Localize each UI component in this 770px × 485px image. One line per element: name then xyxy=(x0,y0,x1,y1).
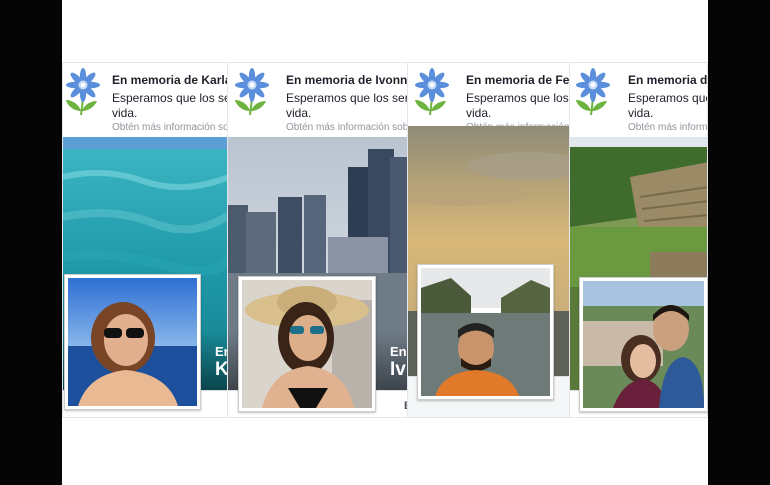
profile-photo-fer[interactable] xyxy=(417,264,554,400)
memorial-header: En memoria de Ivonne Esperamos que los s… xyxy=(228,63,407,137)
profile-photo-couple[interactable] xyxy=(579,277,708,412)
memorial-header: En memoria de Karla Esperamos que los se… xyxy=(63,63,227,137)
memorial-title: En memoria de Karla xyxy=(112,73,228,87)
learn-more-link[interactable]: Obtén más informac xyxy=(628,122,707,133)
learn-more-link[interactable]: Obtén más información sob xyxy=(112,122,227,133)
right-black-bar xyxy=(708,0,770,485)
memorial-title: En memoria de Ivonne xyxy=(286,73,408,87)
cover-name-large: K xyxy=(215,359,227,381)
cover-name-small: En xyxy=(390,344,407,359)
profile-photo-karla[interactable] xyxy=(64,274,201,410)
memorial-title: En memoria de xyxy=(628,73,708,87)
cover-name-small: En xyxy=(215,344,227,359)
left-black-bar xyxy=(0,0,62,485)
memorial-message: Esperamos que vida. xyxy=(628,91,708,120)
memorial-message: Esperamos que los s vida. xyxy=(466,91,570,120)
cover-name-large: Iv xyxy=(390,359,406,380)
memorial-flower-icon xyxy=(65,67,101,116)
memorial-message: Esperamos que los ser vida. xyxy=(112,91,228,120)
profile-photo-ivonne[interactable] xyxy=(238,276,376,412)
memorial-title: En memoria de Fer xyxy=(466,73,570,87)
memorial-flower-icon xyxy=(575,67,611,116)
memorial-message: Esperamos que los sere vida. xyxy=(286,91,408,120)
memorial-header: En memoria de Esperamos que vida. Obtén … xyxy=(570,63,707,137)
memorial-flower-icon xyxy=(414,67,450,116)
learn-more-link[interactable]: Obtén más información sob xyxy=(286,122,407,133)
memorial-flower-icon xyxy=(234,67,270,116)
